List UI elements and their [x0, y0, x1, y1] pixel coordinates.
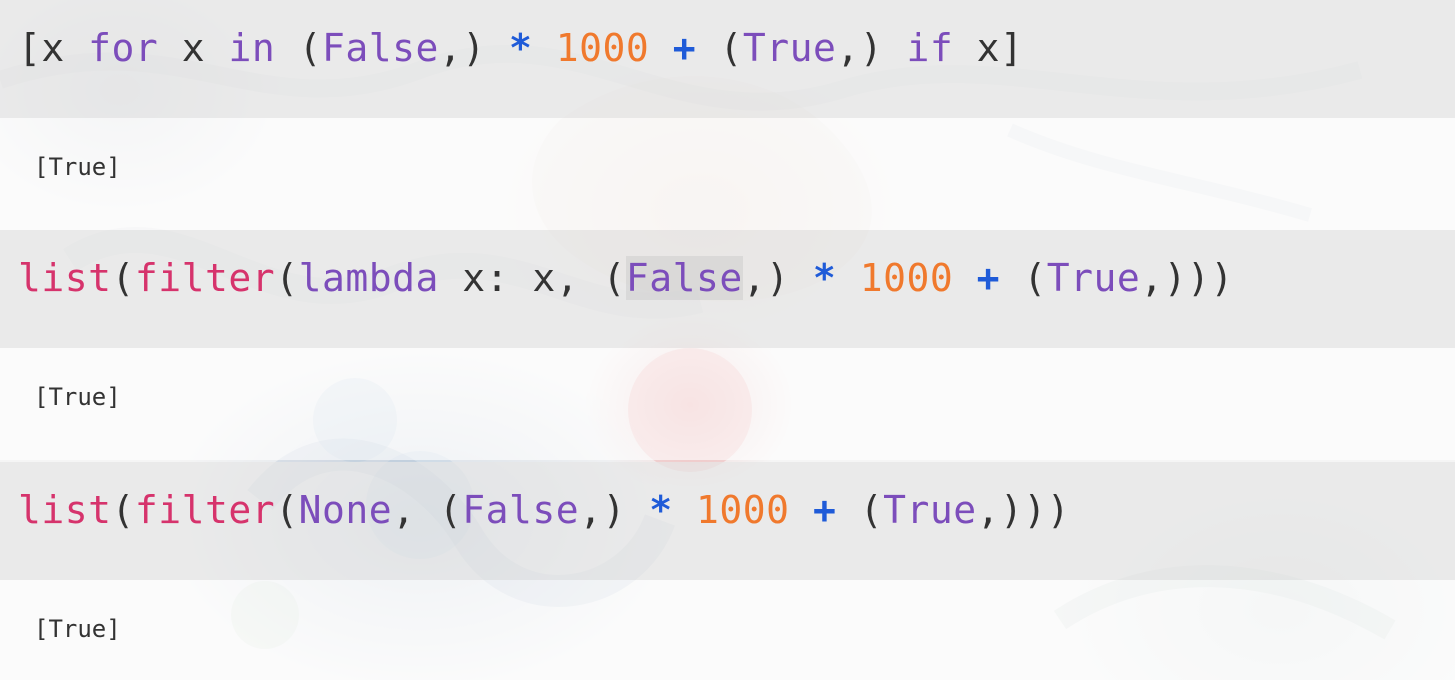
cell-output-3: [True]: [34, 615, 121, 643]
code-token: (: [696, 26, 743, 70]
code-cell-2[interactable]: list(filter(lambda x: x, (False,) * 1000…: [0, 230, 1455, 348]
code-input-1[interactable]: [x for x in (False,) * 1000 + (True,) if…: [18, 28, 1023, 68]
code-token: [: [18, 26, 42, 70]
code-token: lambda: [298, 256, 439, 300]
code-cell-1[interactable]: [x for x in (False,) * 1000 + (True,) if…: [0, 0, 1455, 118]
code-input-2[interactable]: list(filter(lambda x: x, (False,) * 1000…: [18, 256, 1234, 300]
cell-output-1: [True]: [34, 153, 121, 181]
code-token: False: [462, 488, 580, 532]
cell-output-2: [True]: [34, 383, 121, 411]
code-token: ,))): [976, 488, 1071, 532]
code-token: 1000: [555, 26, 650, 70]
code-token: True: [1046, 256, 1141, 300]
code-token: None: [298, 488, 393, 532]
code-token: (: [836, 488, 884, 532]
code-token: list: [18, 256, 112, 300]
code-token: filter: [134, 488, 276, 532]
code-token: False: [321, 26, 439, 70]
code-token: x: x, (: [438, 256, 626, 300]
code-token: +: [976, 256, 1000, 300]
code-token: ,))): [1140, 256, 1234, 300]
code-token: False: [625, 256, 743, 300]
code-input-3[interactable]: list(filter(None, (False,) * 1000 + (Tru…: [18, 490, 1070, 530]
output-cell-3: [True]: [0, 580, 1455, 680]
code-token: in: [228, 26, 276, 70]
code-token: (: [111, 488, 135, 532]
output-cell-1: [True]: [0, 118, 1455, 230]
code-token: x: [158, 26, 229, 70]
code-token: 1000: [696, 488, 790, 532]
code-token: if: [906, 26, 954, 70]
code-token: True: [883, 488, 977, 532]
code-token: x: [41, 26, 65, 70]
notebook-page: [x for x in (False,) * 1000 + (True,) if…: [0, 0, 1455, 680]
code-token: (: [1000, 256, 1047, 300]
code-token: (: [275, 256, 299, 300]
code-token: , (: [392, 488, 463, 532]
code-token: *: [509, 26, 533, 70]
code-token: filter: [134, 256, 276, 300]
code-token: +: [812, 488, 837, 532]
code-token: for: [88, 26, 159, 70]
code-token: ,): [438, 26, 510, 70]
code-token: (: [111, 256, 135, 300]
code-token: (: [275, 488, 299, 532]
code-token: ,): [836, 26, 907, 70]
code-cell-3[interactable]: list(filter(None, (False,) * 1000 + (Tru…: [0, 462, 1455, 580]
output-cell-2: [True]: [0, 348, 1455, 460]
code-token: *: [812, 256, 837, 300]
code-token: ,): [742, 256, 813, 300]
code-token: True: [742, 26, 837, 70]
code-token: *: [649, 488, 673, 532]
code-token: list: [18, 488, 112, 532]
code-token: +: [672, 26, 697, 70]
code-token: 1000: [859, 256, 954, 300]
code-token: (: [275, 26, 322, 70]
code-token: x]: [953, 26, 1024, 70]
code-token: ,): [579, 488, 650, 532]
